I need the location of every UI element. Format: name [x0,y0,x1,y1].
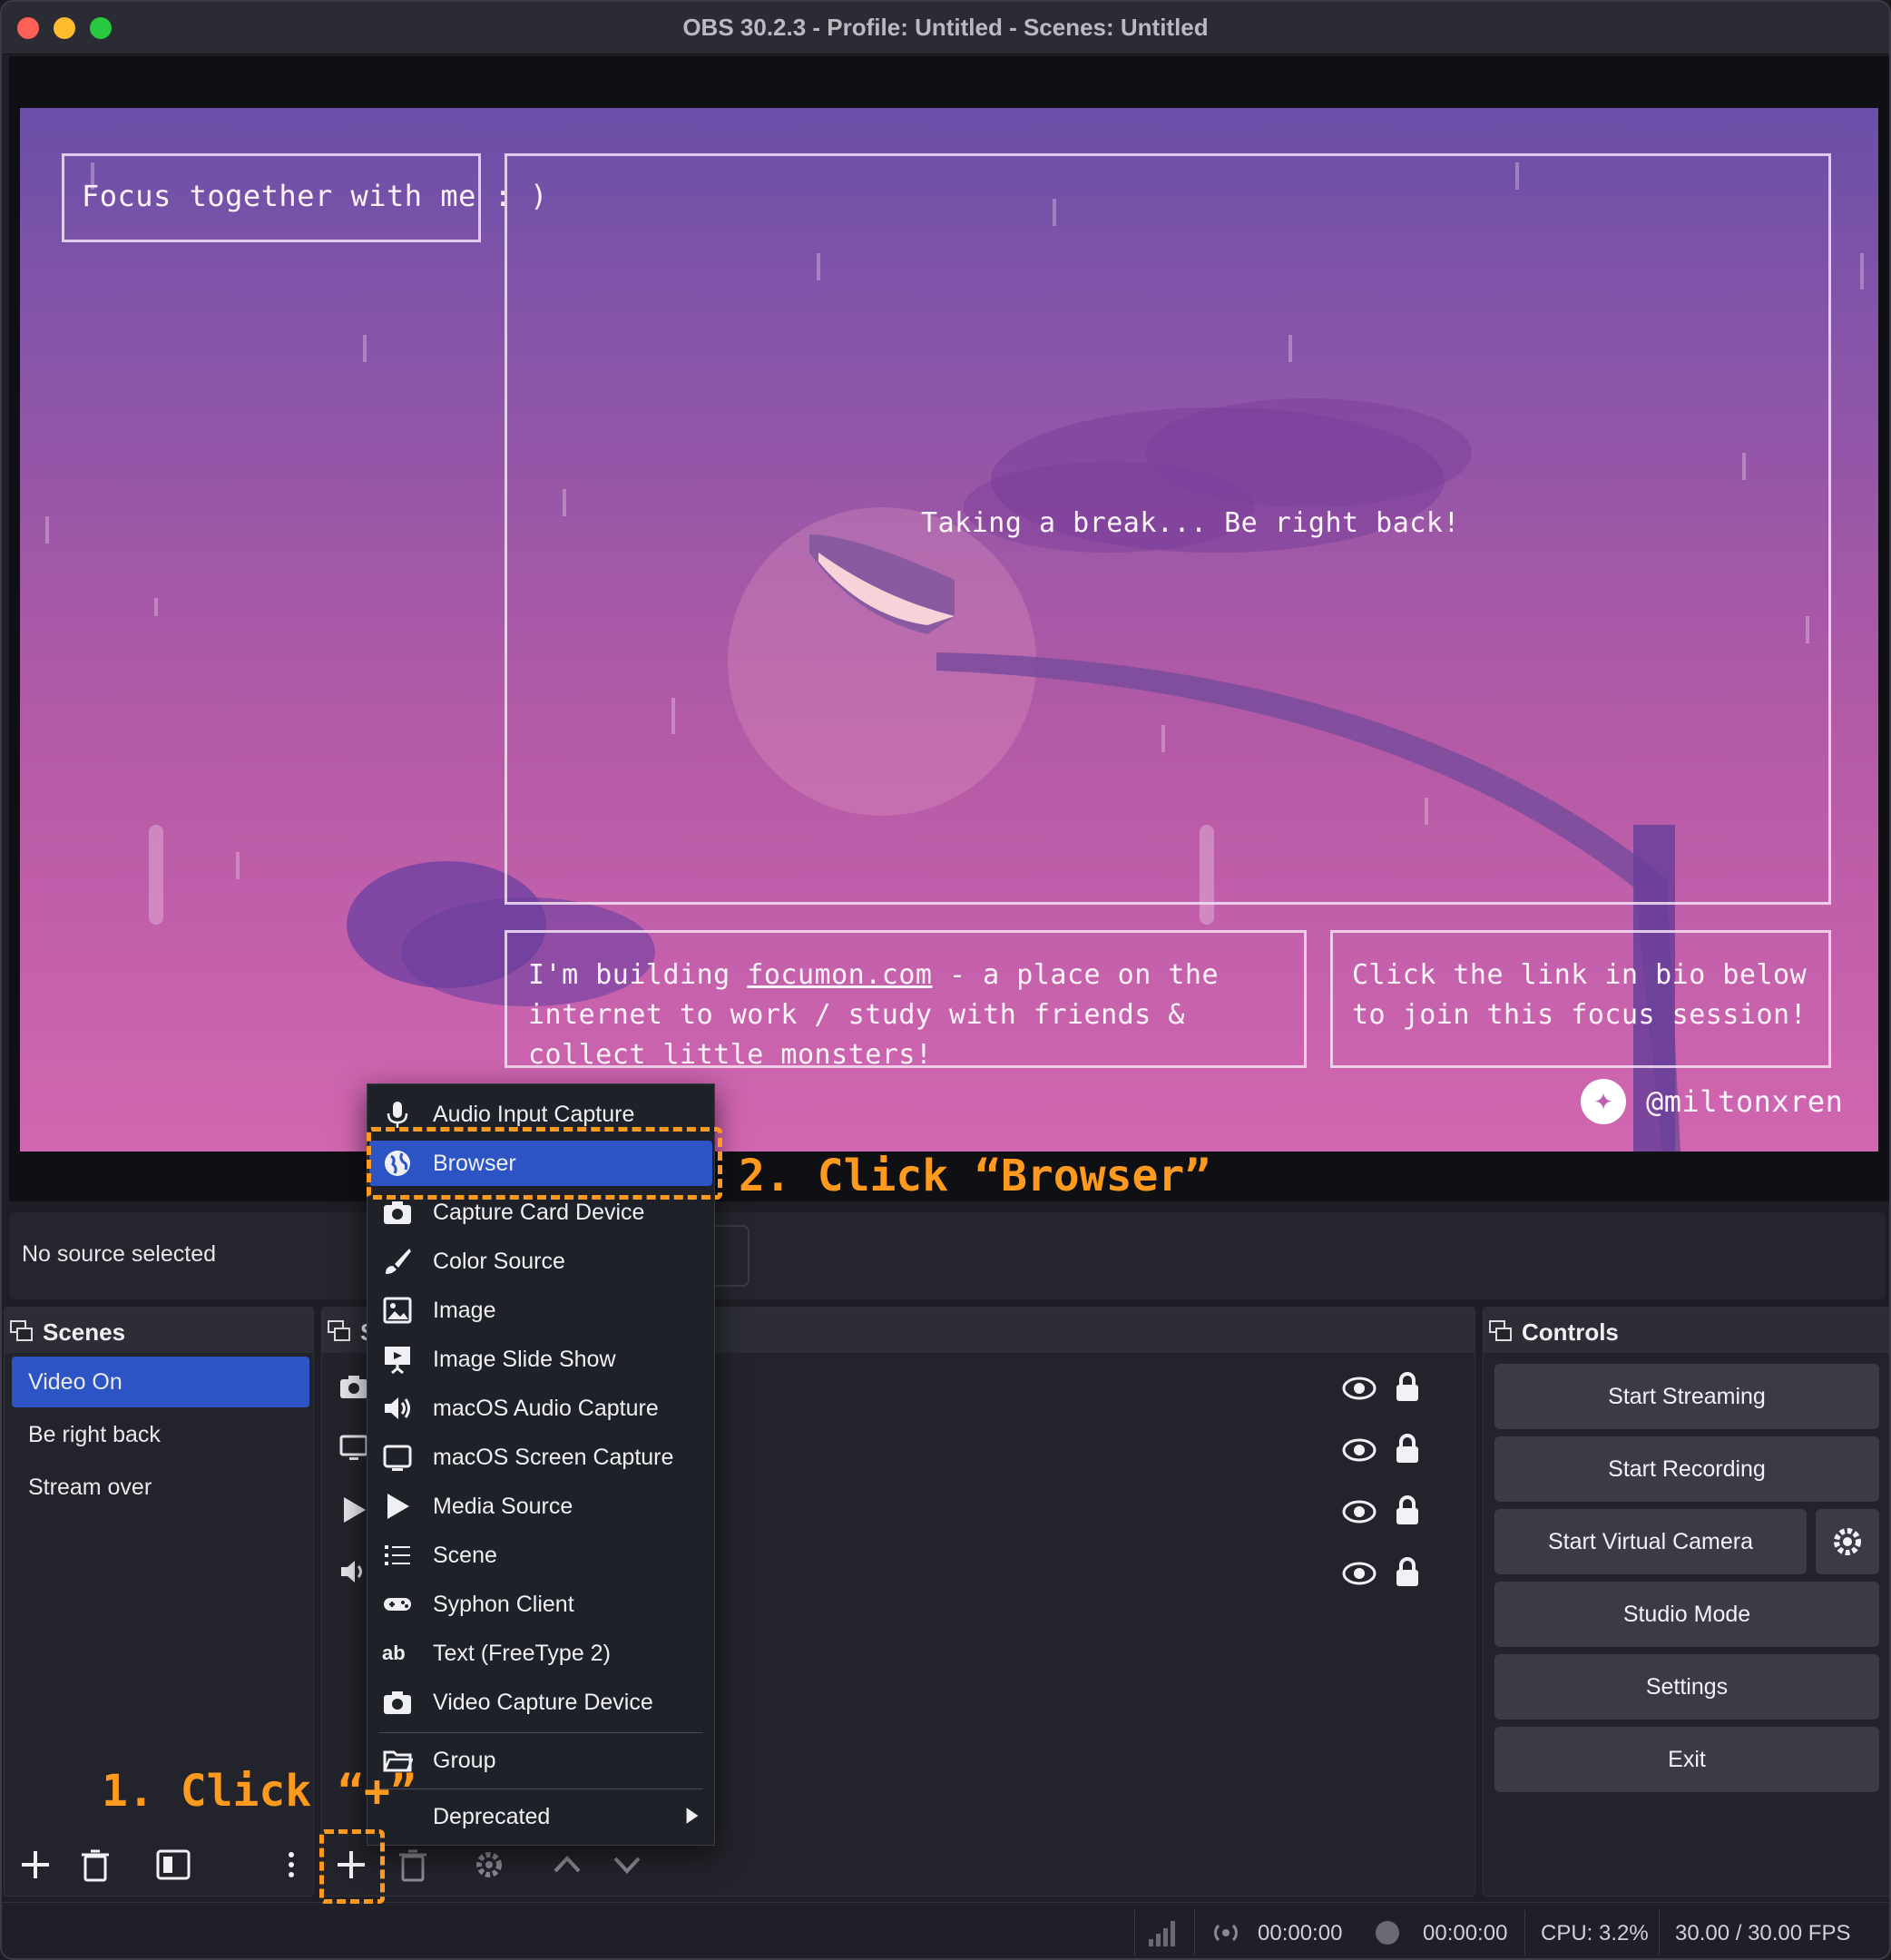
image-icon [383,1297,412,1324]
cta-text: Click the link in bio below to join this… [1352,959,1808,1031]
add-button-highlight-box [319,1829,385,1904]
start-virtual-camera-button[interactable]: Start Virtual Camera [1494,1509,1807,1574]
menu-item-macos-audio-capture[interactable]: macOS Audio Capture [369,1386,712,1431]
move-source-down-icon[interactable] [606,1844,648,1886]
scene-item-be-right-back[interactable]: Be right back [12,1409,309,1460]
exit-button[interactable]: Exit [1494,1727,1879,1792]
stream-timer: 00:00:00 [1258,1921,1343,1945]
menu-item-color-source[interactable]: Color Source [369,1239,712,1284]
add-scene-button[interactable] [15,1844,56,1886]
preview-area: Focus together with me : ) Taking a brea… [9,56,1889,1201]
start-recording-button[interactable]: Start Recording [1494,1436,1879,1502]
info-text-start: I'm building [528,959,748,991]
menu-item-text-freetype[interactable]: ab Text (FreeType 2) [369,1631,712,1676]
status-separator [1194,1910,1195,1955]
visibility-eye-icon[interactable] [1342,1560,1377,1587]
controls-dock: Controls Start Streaming Start Recording… [1483,1307,1889,1896]
menu-item-video-capture-device[interactable]: Video Capture Device [369,1680,712,1725]
remove-scene-button[interactable] [74,1844,116,1886]
dock-window-icon [328,1320,350,1341]
list-icon [385,1545,410,1565]
obs-window: OBS 30.2.3 - Profile: Untitled - Scenes:… [0,0,1891,1960]
menu-item-media-source[interactable]: Media Source [369,1484,712,1529]
fps-readout: 30.00 / 30.00 FPS [1675,1921,1851,1945]
start-streaming-button[interactable]: Start Streaming [1494,1364,1879,1429]
twitter-handle: @miltonxren [1646,1084,1844,1119]
visibility-eye-icon[interactable] [1342,1375,1377,1402]
speaker-icon [385,1397,410,1419]
scene-item-video-on[interactable]: Video On [12,1357,309,1407]
brb-text: Taking a break... Be right back! [921,507,1460,539]
scene-item-stream-over[interactable]: Stream over [12,1462,309,1513]
broadcast-icon [1214,1924,1238,1942]
lock-icon[interactable] [1395,1556,1420,1587]
slideshow-icon [385,1347,410,1375]
studio-mode-button[interactable]: Studio Mode [1494,1582,1879,1647]
remove-source-button[interactable] [392,1844,434,1886]
source-properties-bar: No source selected [9,1212,1886,1299]
scenes-dock-header: Scenes [5,1308,313,1353]
lock-icon[interactable] [1395,1433,1420,1464]
controls-dock-header: Controls [1484,1308,1889,1353]
microphone-icon [387,1102,408,1128]
status-separator [1524,1910,1525,1955]
scene-more-options-button[interactable] [270,1844,312,1886]
move-source-up-icon[interactable] [546,1844,588,1886]
menu-item-image[interactable]: Image [369,1288,712,1333]
menu-item-group[interactable]: Group [369,1738,712,1783]
visibility-eye-icon[interactable] [1342,1436,1377,1464]
monitor-icon [339,1435,368,1460]
signal-bars-icon [1149,1921,1175,1946]
status-separator [1659,1910,1660,1955]
camera-icon [384,1201,411,1224]
gear-icon [1834,1528,1861,1555]
speaker-icon [341,1561,362,1583]
browser-highlight-box [367,1127,722,1200]
play-icon [387,1494,409,1519]
menu-separator [378,1788,703,1789]
dock-window-icon [1489,1320,1512,1341]
menu-item-syphon-client[interactable]: Syphon Client [369,1582,712,1627]
source-properties-gear-icon[interactable] [468,1844,510,1886]
annotation-step-2: 2. Click “Browser” [739,1151,1211,1201]
monitor-icon [383,1445,412,1471]
status-separator [1134,1910,1135,1955]
scene-preview[interactable]: Focus together with me : ) Taking a brea… [20,108,1878,1152]
annotation-step-1: 1. Click “+” [102,1766,416,1817]
menu-item-macos-screen-capture[interactable]: macOS Screen Capture [369,1435,712,1480]
menu-item-scene[interactable]: Scene [369,1533,712,1578]
twitter-icon: ✦ [1581,1079,1626,1124]
visibility-eye-icon[interactable] [1342,1498,1377,1525]
record-indicator-icon [1376,1921,1399,1945]
focumon-link: focumon.com [747,959,933,991]
title-bar: OBS 30.2.3 - Profile: Untitled - Scenes:… [2,2,1889,54]
text-icon: ab [382,1642,406,1664]
info-text: I'm building focumon.com - a place on th… [528,956,1290,1075]
scene-title-text: Focus together with me : ) [82,179,548,213]
settings-button[interactable]: Settings [1494,1654,1879,1720]
play-icon [344,1497,366,1523]
window-title: OBS 30.2.3 - Profile: Untitled - Scenes:… [682,14,1209,41]
cpu-usage: CPU: 3.2% [1541,1921,1649,1945]
virtual-camera-settings-button[interactable] [1816,1509,1879,1574]
menu-item-image-slide-show[interactable]: Image Slide Show [369,1337,712,1382]
status-bar: 00:00:00 00:00:00 CPU: 3.2% 30.00 / 30.0… [2,1902,1889,1958]
no-source-label: No source selected [22,1241,217,1267]
record-timer: 00:00:00 [1423,1921,1508,1945]
scenes-title: Scenes [43,1318,126,1346]
brush-icon [386,1249,411,1274]
scene-filters-button[interactable] [152,1844,194,1886]
submenu-arrow-icon [686,1808,699,1824]
gamepad-icon [384,1598,411,1611]
camera-icon [384,1691,411,1714]
menu-item-deprecated[interactable]: Deprecated [369,1794,712,1839]
dock-window-icon [10,1320,33,1341]
menu-separator [378,1732,703,1733]
lock-icon[interactable] [1395,1371,1420,1402]
camera-icon [340,1376,367,1398]
controls-title: Controls [1522,1318,1619,1346]
lock-icon[interactable] [1395,1494,1420,1525]
